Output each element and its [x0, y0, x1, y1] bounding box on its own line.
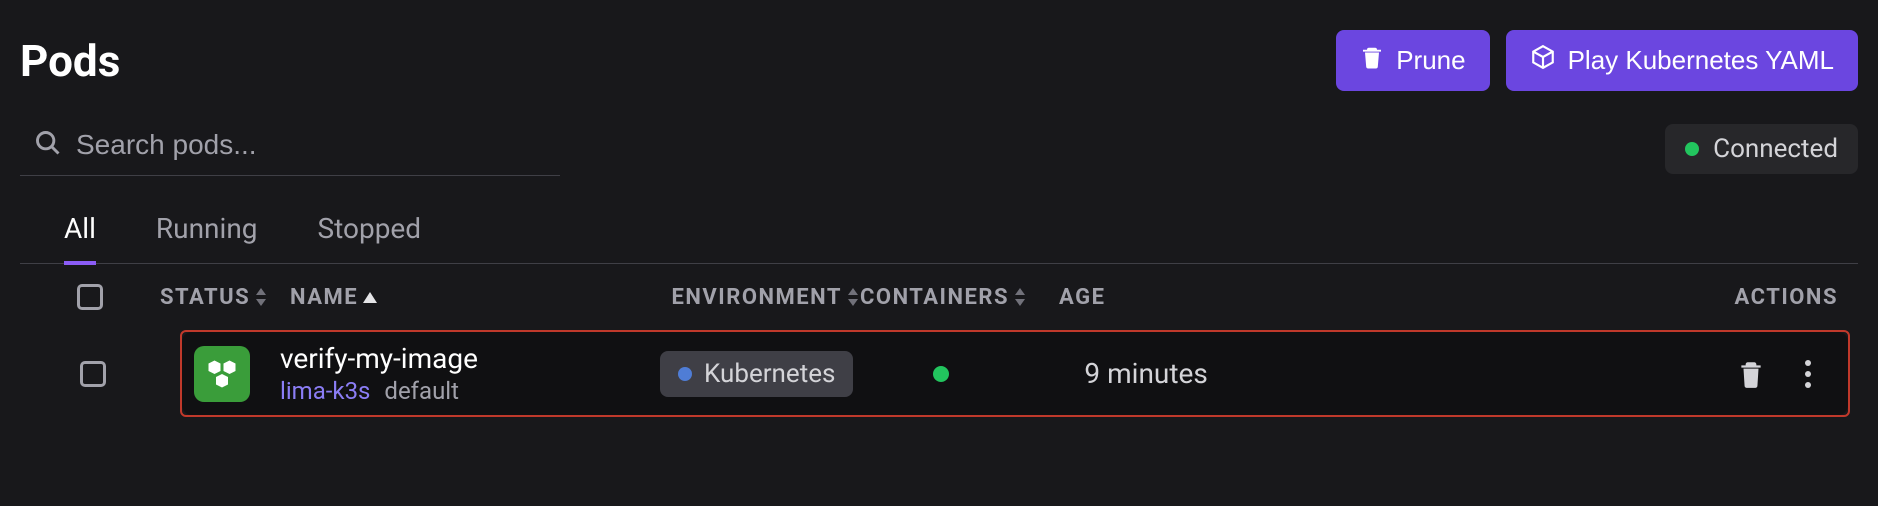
tab-all[interactable]: All	[64, 212, 96, 265]
column-header-status[interactable]: STATUS	[160, 285, 290, 310]
column-header-environment[interactable]: ENVIRONMENT	[670, 285, 860, 310]
sort-asc-icon	[362, 285, 378, 310]
cube-icon	[1530, 44, 1556, 77]
sort-icon	[846, 288, 860, 306]
pod-name-block: verify-my-image lima-k3s default	[280, 342, 640, 405]
tab-running[interactable]: Running	[156, 212, 258, 265]
environment-pill: Kubernetes	[660, 351, 853, 397]
pod-namespace: default	[384, 377, 459, 405]
tab-stopped[interactable]: Stopped	[318, 212, 422, 265]
play-kubernetes-yaml-button[interactable]: Play Kubernetes YAML	[1506, 30, 1858, 91]
connection-status-badge: Connected	[1665, 124, 1858, 174]
search-input[interactable]	[76, 129, 556, 161]
column-header-actions: ACTIONS	[1395, 285, 1858, 310]
status-dot-icon	[1685, 142, 1699, 156]
pod-cluster[interactable]: lima-k3s	[280, 377, 370, 405]
column-header-name[interactable]: NAME	[290, 285, 670, 310]
row-actions	[1388, 359, 1848, 389]
select-all-checkbox[interactable]	[77, 284, 103, 310]
pod-name: verify-my-image	[280, 342, 640, 375]
connection-status-label: Connected	[1713, 134, 1838, 164]
search-icon	[34, 129, 62, 161]
table-header: STATUS NAME ENVIRONMENT CONTAINERS AGE	[20, 264, 1858, 330]
row-checkbox[interactable]	[80, 361, 106, 387]
page-title: Pods	[20, 35, 120, 87]
play-yaml-label: Play Kubernetes YAML	[1568, 45, 1834, 76]
delete-button[interactable]	[1738, 359, 1764, 389]
prune-label: Prune	[1396, 45, 1465, 76]
trash-icon	[1360, 44, 1384, 77]
environment-label: Kubernetes	[704, 359, 835, 389]
kebab-menu-button[interactable]	[1804, 359, 1812, 389]
env-dot-icon	[678, 367, 692, 381]
pod-status-icon	[194, 346, 250, 402]
filter-tabs: All Running Stopped	[20, 212, 1858, 264]
sort-icon	[254, 288, 268, 306]
container-status-dot-icon	[933, 366, 949, 382]
prune-button[interactable]: Prune	[1336, 30, 1489, 91]
sort-icon	[1013, 288, 1027, 306]
column-header-age[interactable]: AGE	[1035, 285, 1395, 310]
table-row[interactable]: verify-my-image lima-k3s default Kuberne…	[182, 332, 1848, 415]
search-box[interactable]	[20, 121, 560, 176]
containers-cell	[853, 366, 1028, 382]
column-header-containers[interactable]: CONTAINERS	[860, 285, 1035, 310]
age-cell: 9 minutes	[1028, 357, 1388, 390]
table-row-highlight: verify-my-image lima-k3s default Kuberne…	[180, 330, 1850, 417]
header-actions: Prune Play Kubernetes YAML	[1336, 30, 1858, 91]
